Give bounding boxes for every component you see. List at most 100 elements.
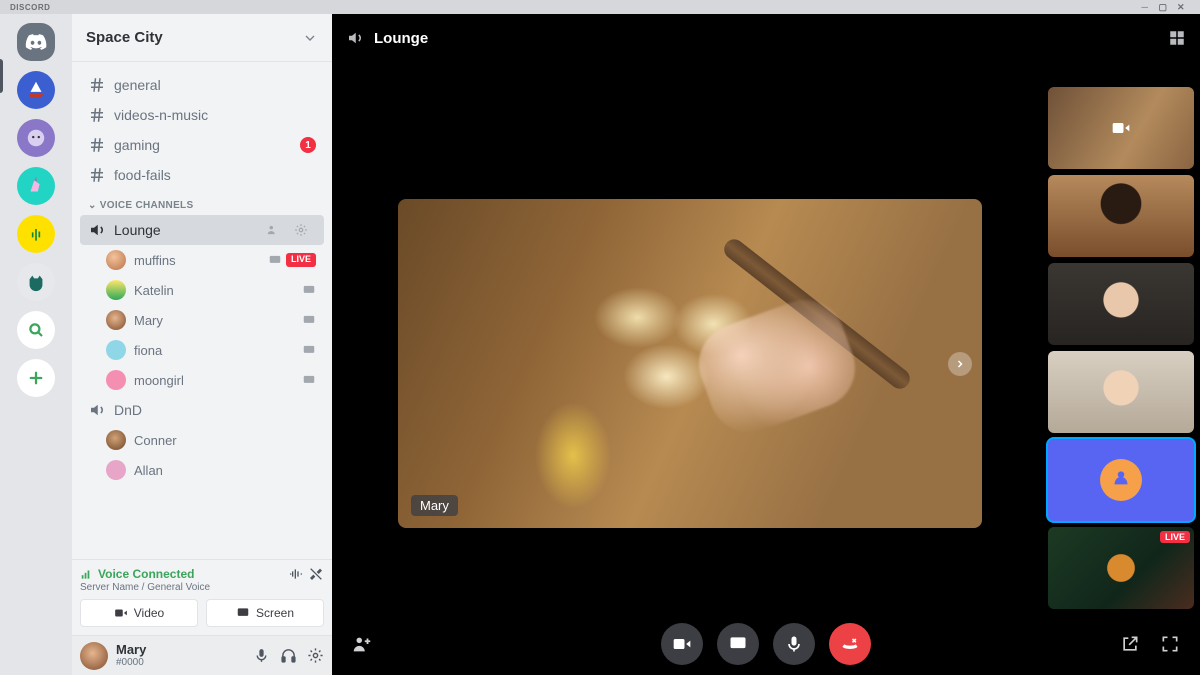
cactus-icon [26,224,46,244]
voice-channel-dnd[interactable]: DnD [80,395,324,425]
channel-name: Lounge [114,222,161,238]
avatar[interactable] [80,642,108,670]
server-icon[interactable] [17,167,55,205]
text-channel-gaming[interactable]: gaming 1 [80,130,324,160]
channel-name: gaming [114,137,160,153]
server-rail [0,14,72,675]
mute-button[interactable] [773,623,815,665]
text-channel-foodfails[interactable]: food-fails [80,160,324,190]
server-header[interactable]: Space City [72,14,332,62]
plus-icon [27,369,45,387]
video-thumb[interactable] [1048,351,1194,433]
headphones-icon[interactable] [280,647,297,664]
video-thumb[interactable] [1048,175,1194,257]
home-button[interactable] [17,23,55,61]
sailboat-icon [25,79,47,101]
current-user-name: Mary [116,643,146,657]
channel-name: DnD [114,402,142,418]
fullscreen-icon [1160,634,1180,654]
avatar [106,310,126,330]
unicorn-icon [25,175,47,197]
server-icon[interactable] [17,215,55,253]
window-titlebar: DISCORD ─ ▢ ✕ [0,0,1200,14]
screen-icon [302,343,316,357]
text-channel-general[interactable]: general [80,70,324,100]
stage-channel-name: Lounge [374,30,428,47]
stage-header: Lounge [332,14,1200,62]
video-content [687,289,866,444]
gear-icon[interactable] [294,223,308,237]
voice-user[interactable]: Conner [98,425,324,455]
speaker-icon [346,29,364,47]
avatar [106,250,126,270]
avatar [1100,459,1142,501]
video-thumb[interactable] [1048,263,1194,345]
fullscreen-button[interactable] [1158,632,1182,656]
add-user-icon [351,633,373,655]
noise-suppression-icon[interactable] [288,566,304,582]
screen-icon [302,313,316,327]
add-server-button[interactable] [17,359,55,397]
hangup-button[interactable] [829,623,871,665]
voice-user[interactable]: muffins LIVE [98,245,324,275]
signal-icon [80,567,94,581]
server-icon[interactable] [17,263,55,301]
server-icon[interactable] [17,71,55,109]
channel-name: general [114,77,161,93]
voice-user[interactable]: Mary [98,305,324,335]
app-name: DISCORD [10,3,50,12]
explore-button[interactable] [17,311,55,349]
discord-icon [25,34,47,50]
window-minimize-button[interactable]: ─ [1136,2,1154,12]
video-button[interactable]: Video [80,599,198,627]
popout-icon [1120,634,1140,654]
window-close-button[interactable]: ✕ [1172,2,1190,13]
voice-channel-lounge[interactable]: Lounge [80,215,324,245]
avatar [106,460,126,480]
voice-connected-panel: Voice Connected Server Name / General Vo… [72,559,332,635]
voice-user[interactable]: moongirl [98,365,324,395]
hash-icon [88,136,106,154]
video-thumb[interactable]: LIVE [1048,527,1194,609]
next-video-button[interactable] [948,352,972,376]
server-icon[interactable] [17,119,55,157]
video-thumb[interactable] [1048,87,1194,169]
voice-user[interactable]: fiona [98,335,324,365]
mic-icon[interactable] [253,647,270,664]
window-maximize-button[interactable]: ▢ [1154,2,1172,13]
unread-badge: 1 [300,137,316,153]
video-icon [672,634,692,654]
channel-name: videos-n-music [114,107,208,123]
grid-view-icon[interactable] [1168,29,1186,47]
share-screen-button[interactable] [717,623,759,665]
invite-icon[interactable] [266,223,280,237]
chevron-down-icon [302,30,318,46]
voice-category-label[interactable]: VOICE CHANNELS [72,190,332,215]
popout-button[interactable] [1118,632,1142,656]
voice-user[interactable]: Katelin [98,275,324,305]
speaker-icon [88,221,106,239]
screen-icon [302,373,316,387]
text-channel-videos[interactable]: videos-n-music [80,100,324,130]
moon-face-icon [25,127,47,149]
voice-channel-path: Server Name / General Voice [80,582,324,593]
call-control-bar [332,613,1200,675]
toggle-camera-button[interactable] [661,623,703,665]
avatar [106,430,126,450]
gear-icon[interactable] [307,647,324,664]
speaker-icon [88,401,106,419]
invite-to-call-button[interactable] [350,632,374,656]
mic-icon [784,634,804,654]
avatar [106,370,126,390]
speaker-name-tag: Mary [411,495,458,516]
voice-connected-label: Voice Connected [98,567,194,581]
screen-share-button[interactable]: Screen [206,599,324,627]
main-video-tile[interactable]: Mary [398,199,982,528]
video-thumb[interactable] [1048,439,1194,521]
live-badge: LIVE [286,253,316,267]
chevron-right-icon [954,358,966,370]
hash-icon [88,106,106,124]
voice-user[interactable]: Allan [98,455,324,485]
server-name-label: Space City [86,29,302,46]
disconnect-icon[interactable] [308,566,324,582]
